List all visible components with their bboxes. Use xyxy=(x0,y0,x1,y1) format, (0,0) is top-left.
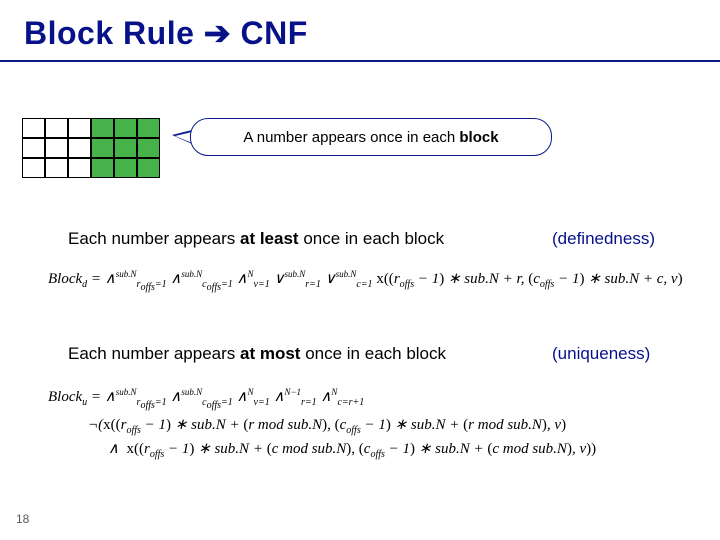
formula-uniqueness: Blocku = ∧sub.Nroffs=1 ∧sub.Ncoffs=1 ∧Nv… xyxy=(48,386,596,463)
title-right: CNF xyxy=(240,15,307,51)
title-left: Block Rule xyxy=(24,15,194,51)
page-number: 18 xyxy=(16,512,29,526)
rule-bubble: A number appears once in each block xyxy=(190,118,552,156)
tag-uniqueness: (uniqueness) xyxy=(552,344,650,364)
statement-definedness: Each number appears at least once in eac… xyxy=(68,229,444,249)
slide-title: Block Rule ➔ CNF xyxy=(24,14,308,52)
formula-definedness: Blockd = ∧sub.Nroffs=1 ∧sub.Ncoffs=1 ∧Nv… xyxy=(48,268,683,296)
arrow-icon: ➔ xyxy=(204,15,241,51)
tag-definedness: (definedness) xyxy=(552,229,655,249)
statement-uniqueness: Each number appears at most once in each… xyxy=(68,344,446,364)
bubble-tail-icon xyxy=(172,130,192,144)
bubble-text: A number appears once in each block xyxy=(243,129,498,146)
block-grid xyxy=(22,118,160,178)
title-underline xyxy=(0,60,720,62)
